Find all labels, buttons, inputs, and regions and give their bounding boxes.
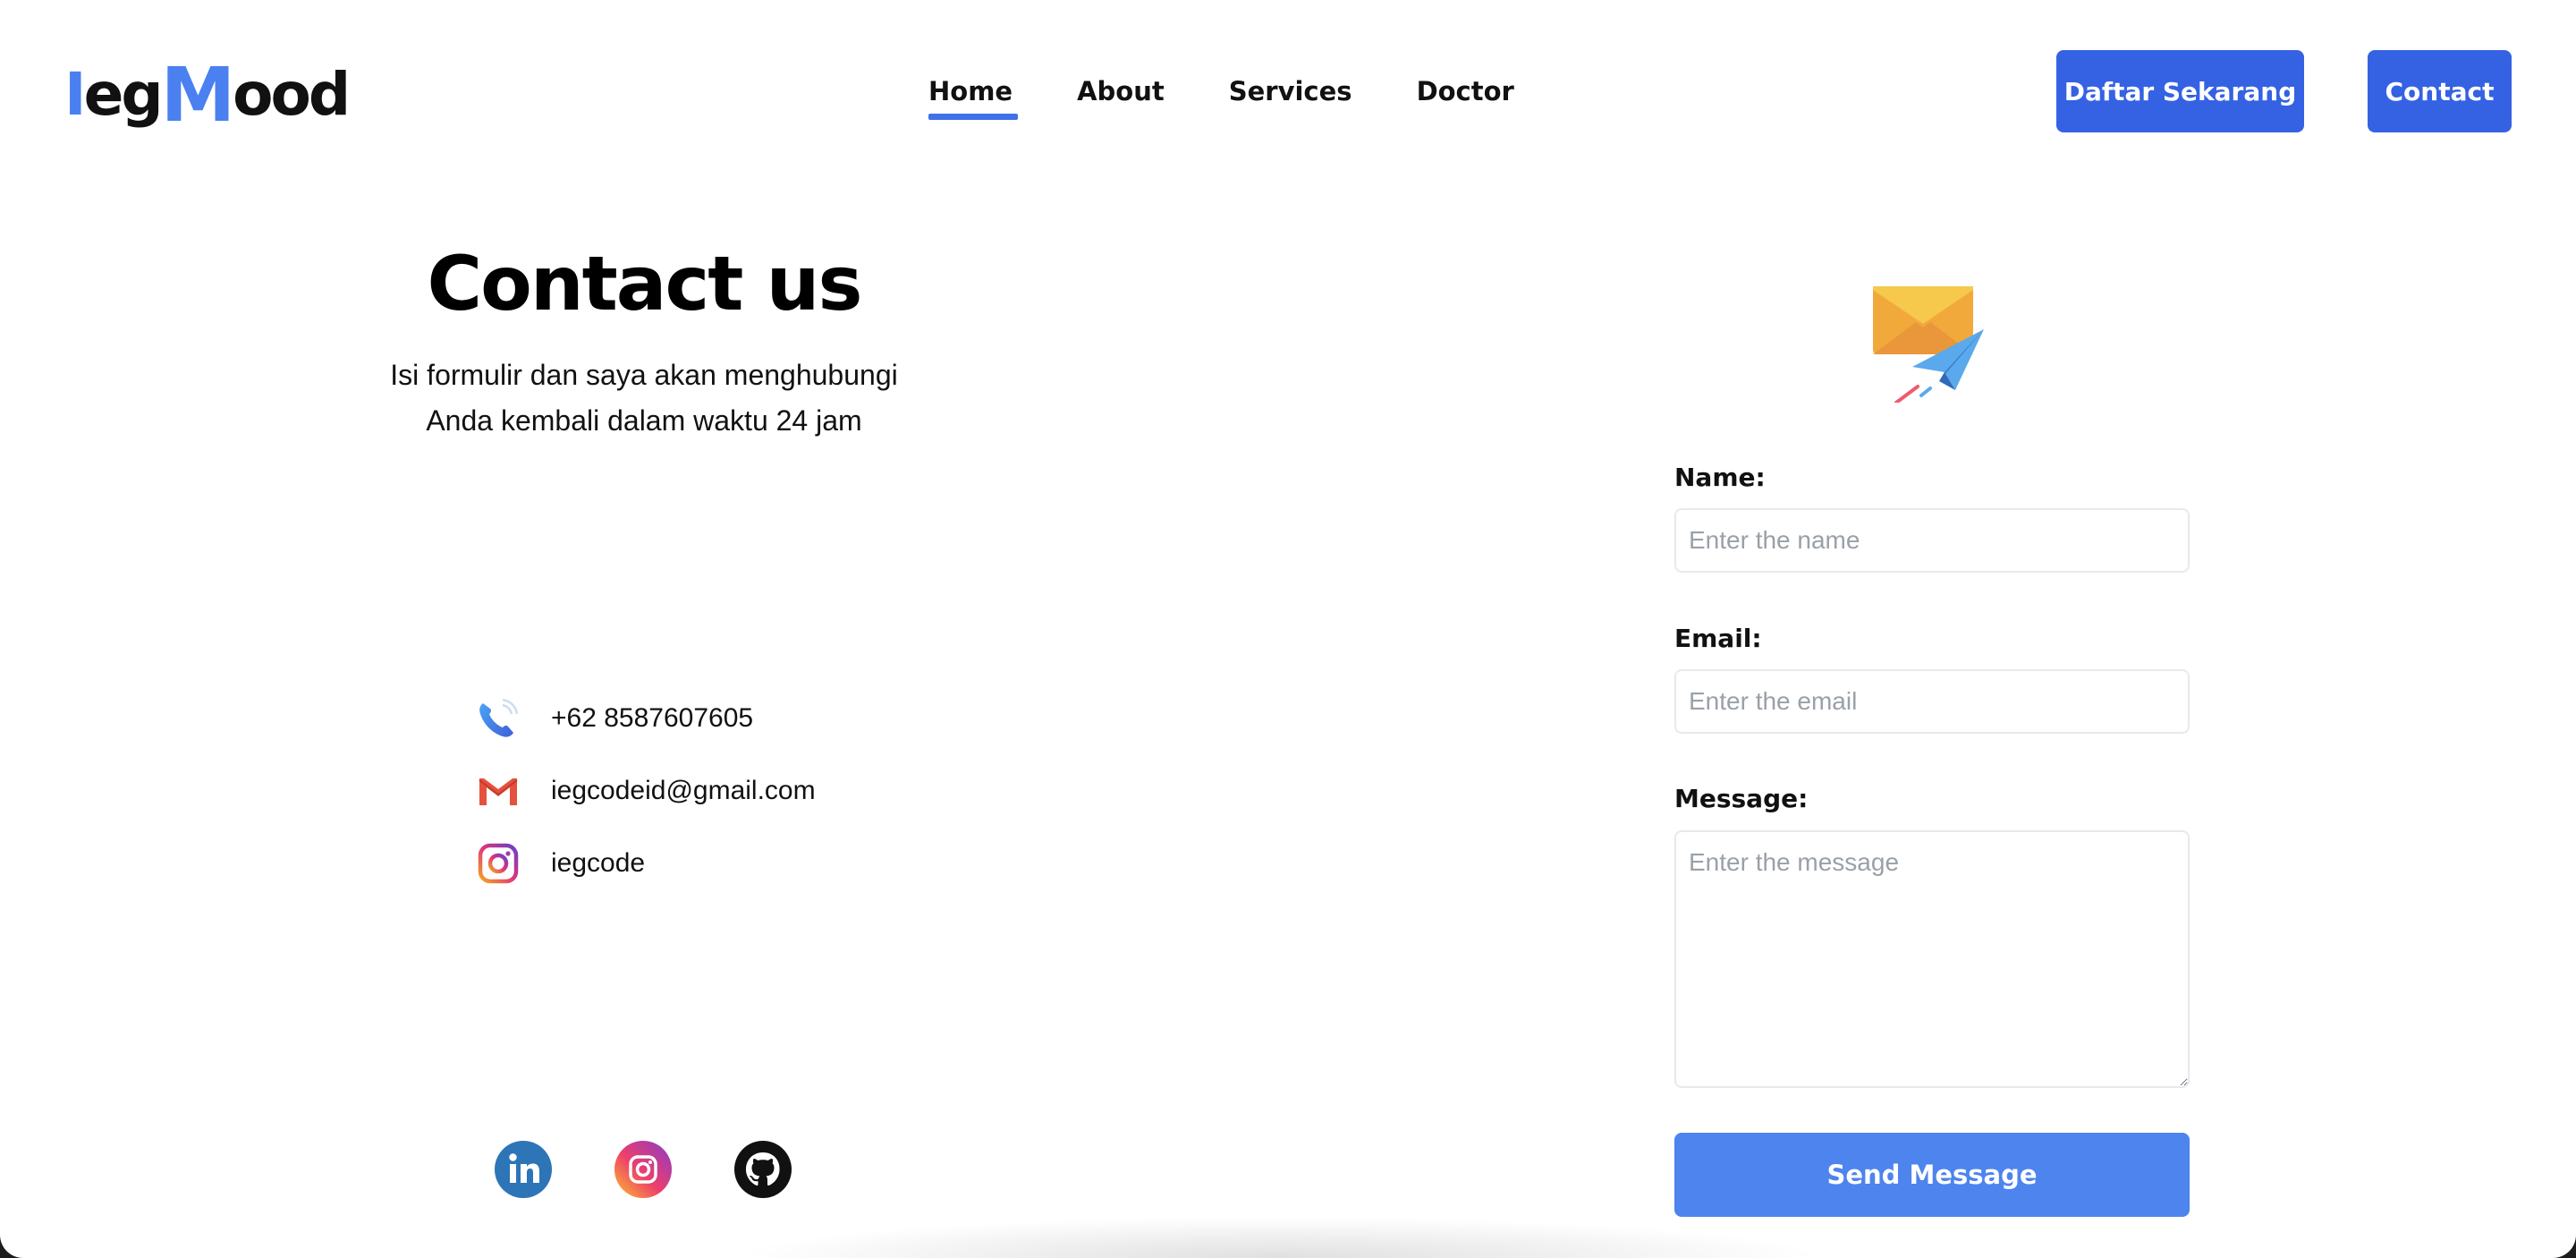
instagram-icon bbox=[474, 841, 522, 886]
name-label: Name: bbox=[1674, 463, 1766, 492]
page-title: Contact us bbox=[427, 240, 863, 327]
logo-letter-i: I bbox=[64, 60, 87, 129]
page-subtitle: Isi formulir dan saya akan menghubungi A… bbox=[358, 353, 930, 444]
register-button[interactable]: Daftar Sekarang bbox=[2056, 50, 2304, 132]
contact-button[interactable]: Contact bbox=[2368, 50, 2512, 132]
contact-info-list: +62 8587607605 iegcodeid@gmail.com iegco… bbox=[474, 696, 816, 914]
instagram-icon[interactable] bbox=[614, 1140, 673, 1199]
logo-letter-m: M bbox=[160, 51, 236, 139]
message-label: Message: bbox=[1674, 784, 1809, 813]
name-input[interactable] bbox=[1674, 508, 2190, 573]
nav-link-doctor[interactable]: Doctor bbox=[1417, 70, 1514, 113]
email-label: Email: bbox=[1674, 624, 1762, 653]
main-nav: Home About Services Doctor bbox=[928, 70, 1514, 120]
contact-email-text: iegcodeid@gmail.com bbox=[551, 776, 816, 805]
nav-link-about[interactable]: About bbox=[1077, 70, 1165, 113]
contact-phone-text: +62 8587607605 bbox=[551, 703, 754, 733]
logo-text-eg: eg bbox=[83, 60, 164, 129]
github-icon[interactable] bbox=[733, 1140, 792, 1199]
email-input[interactable] bbox=[1674, 669, 2190, 734]
contact-instagram-text: iegcode bbox=[551, 848, 646, 878]
contact-phone: +62 8587607605 bbox=[474, 696, 816, 741]
send-message-button[interactable]: Send Message bbox=[1674, 1133, 2190, 1217]
nav-link-home[interactable]: Home bbox=[928, 70, 1019, 120]
linkedin-icon[interactable] bbox=[494, 1140, 553, 1199]
logo-text-ood: ood bbox=[233, 60, 351, 129]
gmail-icon bbox=[474, 769, 522, 813]
nav-link-services[interactable]: Services bbox=[1229, 70, 1352, 113]
logo[interactable]: Ieg Mood bbox=[64, 51, 351, 139]
social-links bbox=[494, 1140, 853, 1199]
subtitle-line-1: Isi formulir dan saya akan menghubungi bbox=[390, 359, 898, 391]
mail-send-icon bbox=[1869, 283, 1991, 404]
phone-icon bbox=[474, 696, 522, 741]
footer-shadow bbox=[733, 1217, 1825, 1258]
contact-instagram: iegcode bbox=[474, 841, 816, 886]
subtitle-line-2: Anda kembali dalam waktu 24 jam bbox=[426, 404, 862, 437]
browser-viewport: Ieg Mood Home About Services Doctor Dafta… bbox=[0, 0, 2576, 1258]
contact-email: iegcodeid@gmail.com bbox=[474, 769, 816, 813]
message-textarea[interactable] bbox=[1674, 830, 2190, 1088]
